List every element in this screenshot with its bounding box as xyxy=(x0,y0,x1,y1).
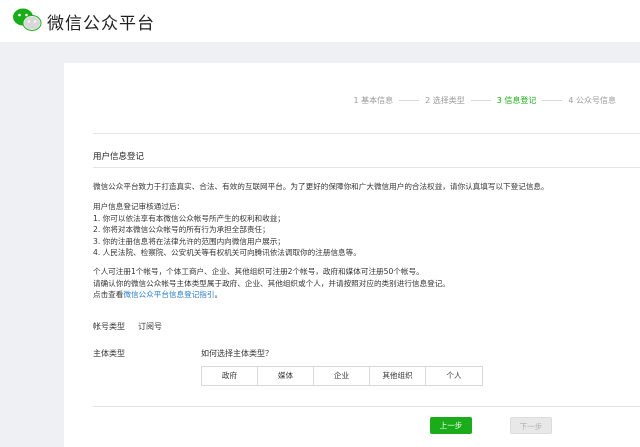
subject-option-government[interactable]: 政府 xyxy=(202,367,258,385)
notes-line-3: 点击查看微信公众平台信息登记指引。 xyxy=(93,289,553,301)
review-heading: 用户信息登记审核通过后： xyxy=(93,202,185,211)
section-divider-title xyxy=(93,167,640,168)
step-divider xyxy=(542,100,563,101)
account-type-label: 帐号类型 xyxy=(93,322,125,331)
top-bar: 微信公众平台 xyxy=(0,0,640,42)
notes-block: 个人可注册1个帐号，个体工商户、企业、其他组织可注册2个帐号，政府和媒体可注册5… xyxy=(93,266,553,301)
subject-option-media[interactable]: 媒体 xyxy=(258,367,314,385)
prev-step-button[interactable]: 上一步 xyxy=(430,417,472,434)
step-basic-info: 1 基本信息 xyxy=(353,96,394,105)
subject-type-label: 主体类型 xyxy=(93,349,125,358)
registration-guide-link[interactable]: 微信公众平台信息登记指引 xyxy=(123,290,214,299)
subject-type-help-link[interactable]: 如何选择主体类型？ xyxy=(201,348,273,359)
subject-type-selector: 政府 媒体 企业 其他组织 个人 xyxy=(201,366,483,386)
review-item: 1. 你可以依法享有本微信公众帐号所产生的权利和收益； xyxy=(93,213,285,223)
intro-text: 微信公众平台致力于打造真实、合法、有效的互联网平台。为了更好的保障你和广大微信用… xyxy=(93,182,549,191)
review-item: 4. 人民法院、检察院、公安机关等有权机关可向腾讯依法调取你的注册信息等。 xyxy=(93,248,361,257)
section-title: 用户信息登记 xyxy=(93,152,145,162)
footer-divider xyxy=(93,406,640,407)
review-block: 用户信息登记审核通过后： 1. 你可以依法享有本微信公众帐号所产生的权利和收益；… xyxy=(93,201,553,259)
review-item: 3. 你的注册信息将在法律允许的范围内向微信用户展示； xyxy=(93,236,285,246)
step-indicator: 1 基本信息 2 选择类型 3 信息登记 4 公众号信息 xyxy=(353,95,616,106)
step-account-info: 4 公众号信息 xyxy=(568,96,616,105)
wechat-logo-icon xyxy=(13,8,42,31)
step-divider xyxy=(399,100,420,101)
step-divider xyxy=(470,100,491,101)
review-item: 2. 你将对本微信公众帐号的所有行为承担全部责任； xyxy=(93,225,270,234)
notes-line-1: 个人可注册1个帐号，个体工商户、企业、其他组织可注册2个帐号，政府和媒体可注册5… xyxy=(93,267,424,276)
step-select-type: 2 选择类型 xyxy=(425,96,465,105)
subject-option-enterprise[interactable]: 企业 xyxy=(314,367,370,385)
account-type-value: 订阅号 xyxy=(138,322,162,331)
notes-line-3-suffix: 。 xyxy=(214,290,223,299)
section-divider-top xyxy=(93,133,640,134)
notes-line-2: 请确认你的微信公众帐号主体类型属于政府、企业、其他组织或个人，并请按照对应的类别… xyxy=(93,278,450,288)
subject-option-other-org[interactable]: 其他组织 xyxy=(370,367,426,385)
notes-line-3-prefix: 点击查看 xyxy=(93,290,124,299)
brand-title: 微信公众平台 xyxy=(47,14,155,34)
subject-option-individual[interactable]: 个人 xyxy=(426,367,482,385)
step-info-registration: 3 信息登记 xyxy=(496,96,537,105)
next-step-button[interactable]: 下一步 xyxy=(510,417,552,434)
